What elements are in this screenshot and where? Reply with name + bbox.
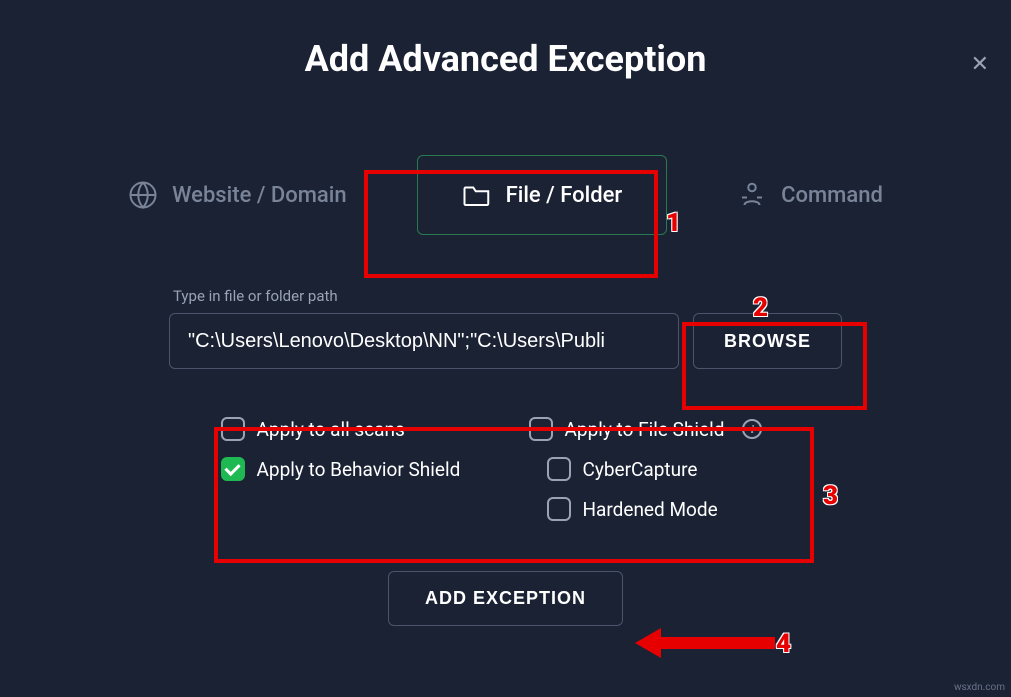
page-title: Add Advanced Exception xyxy=(0,38,1011,80)
checkbox-label: Apply to Behavior Shield xyxy=(257,458,461,481)
tab-label: Website / Domain xyxy=(172,183,346,208)
folder-icon xyxy=(462,182,492,208)
add-exception-button[interactable]: ADD EXCEPTION xyxy=(388,571,623,626)
annotation-number-1: 1 xyxy=(666,208,681,238)
tab-label: File / Folder xyxy=(506,183,623,208)
checkbox-icon xyxy=(547,497,571,521)
annotation-arrow-icon xyxy=(635,626,775,660)
tab-label: Command xyxy=(781,183,883,208)
checkbox-icon xyxy=(221,417,245,441)
annotation-number-2: 2 xyxy=(753,293,768,323)
path-row: Type in file or folder path BROWSE xyxy=(0,287,1011,369)
checkbox-cybercapture[interactable]: CyberCapture xyxy=(547,457,789,481)
checkbox-icon xyxy=(529,417,553,441)
close-icon[interactable]: ✕ xyxy=(963,48,997,81)
path-input[interactable] xyxy=(169,313,679,369)
path-input-label: Type in file or folder path xyxy=(173,287,679,305)
checkbox-hardened-mode[interactable]: Hardened Mode xyxy=(547,497,789,521)
options-grid: Apply to all scans Apply to File Shield … xyxy=(221,417,791,521)
tab-website-domain[interactable]: Website / Domain xyxy=(128,180,346,210)
exception-type-tabs: Website / Domain File / Folder Command xyxy=(0,155,1011,235)
checkbox-label: Hardened Mode xyxy=(583,498,718,521)
annotation-number-3: 3 xyxy=(823,481,838,511)
watermark: wsxdn.com xyxy=(954,682,1005,693)
tab-file-folder[interactable]: File / Folder xyxy=(417,155,668,235)
checkbox-icon xyxy=(221,457,245,481)
checkbox-label: CyberCapture xyxy=(583,458,698,481)
globe-icon xyxy=(128,180,158,210)
checkbox-label: Apply to File Shield xyxy=(565,418,725,441)
tab-command[interactable]: Command xyxy=(737,180,883,210)
checkbox-apply-behavior-shield[interactable]: Apply to Behavior Shield xyxy=(221,457,511,481)
checkbox-icon xyxy=(547,457,571,481)
command-icon xyxy=(737,180,767,210)
info-icon[interactable]: i xyxy=(742,419,762,439)
annotation-number-4: 4 xyxy=(776,629,791,659)
checkbox-apply-all-scans[interactable]: Apply to all scans xyxy=(221,417,511,441)
checkbox-apply-file-shield[interactable]: Apply to File Shield i xyxy=(529,417,789,441)
checkbox-label: Apply to all scans xyxy=(257,418,405,441)
